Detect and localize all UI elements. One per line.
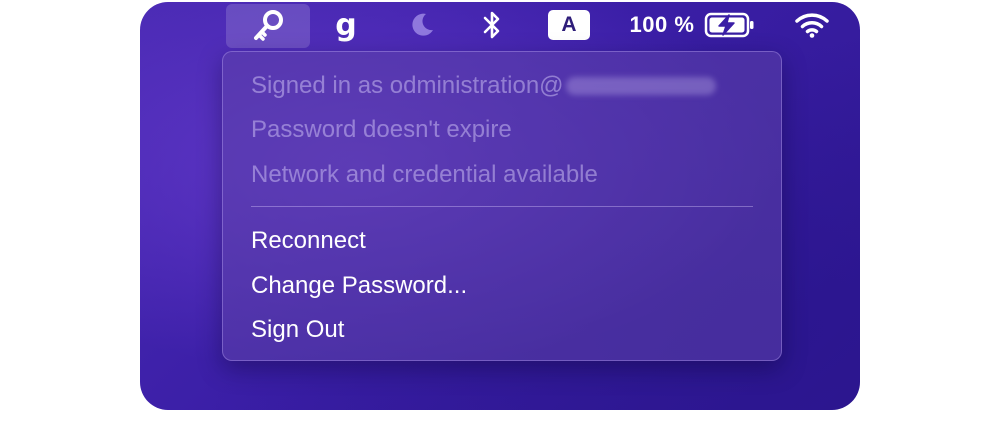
password-expiry-label: Password doesn't expire [251, 116, 512, 143]
redacted-domain [565, 77, 716, 95]
menu-item-network-status: Network and credential available [251, 155, 598, 195]
bluetooth-icon[interactable] [474, 4, 510, 46]
network-status-label: Network and credential available [251, 161, 598, 188]
battery-status[interactable]: 100 % [628, 4, 758, 46]
menu-separator [251, 206, 753, 207]
reconnect-label: Reconnect [251, 227, 366, 254]
input-source-icon[interactable]: A [547, 4, 591, 46]
menu-item-signed-in-status: Signed in as odministration@ [251, 66, 716, 106]
menu-item-sign-out[interactable]: Sign Out [251, 310, 344, 350]
g-dollar-icon[interactable]: g [326, 4, 366, 46]
battery-percent: 100 % [629, 12, 695, 37]
signed-in-label: Signed in as odministration@ [251, 72, 564, 99]
kerberos-sso-menu: Signed in as odministration@ Password do… [222, 51, 782, 361]
wifi-icon[interactable] [792, 4, 832, 46]
change-password-label: Change Password... [251, 272, 468, 299]
desktop-screen: g A 100 % Signed in as odministration@ P… [140, 2, 860, 410]
input-source-label: A [548, 10, 590, 40]
battery-charging-icon [705, 12, 754, 38]
menu-item-password-expiry: Password doesn't expire [251, 110, 512, 150]
g-glyph: g [335, 7, 357, 43]
menu-item-change-password[interactable]: Change Password... [251, 266, 467, 306]
moon-icon[interactable] [402, 4, 442, 46]
menu-bar: g A 100 % [140, 2, 860, 48]
menu-item-reconnect[interactable]: Reconnect [251, 221, 366, 261]
key-icon[interactable] [226, 4, 310, 48]
sign-out-label: Sign Out [251, 316, 345, 343]
